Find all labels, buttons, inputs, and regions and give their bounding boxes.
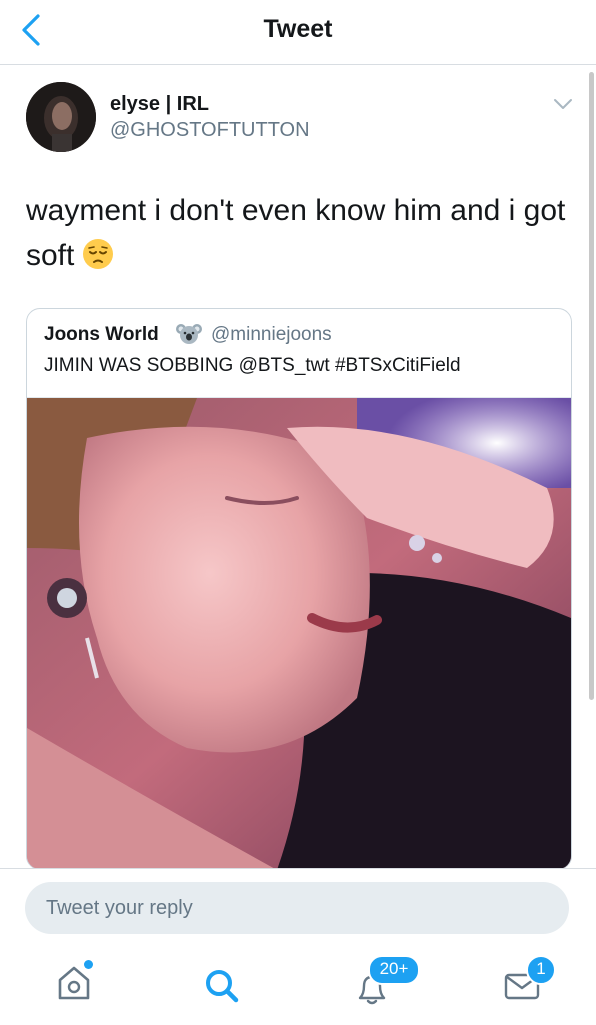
top-nav-bar: Tweet	[0, 0, 596, 65]
tab-search[interactable]	[202, 966, 242, 1006]
avatar[interactable]	[26, 82, 96, 152]
quoted-author-handle: @minniejoons	[211, 324, 332, 345]
tab-home[interactable]	[52, 960, 98, 1006]
home-new-indicator	[84, 960, 93, 969]
chevron-down-icon	[554, 99, 572, 109]
tweet-text-line-2-text: soft	[26, 239, 75, 272]
reply-placeholder: Tweet your reply	[46, 897, 193, 919]
author-name[interactable]: elyse | IRL	[110, 93, 209, 116]
page-title: Tweet	[263, 15, 333, 43]
quoted-tweet-text: JIMIN WAS SOBBING @BTS_twt #BTSxCitiFiel…	[44, 355, 461, 376]
author-handle[interactable]: @GHOSTOFTUTTON	[110, 119, 310, 142]
pensive-face-emoji-icon	[83, 239, 114, 269]
more-options-button[interactable]	[552, 96, 574, 112]
messages-badge: 1	[526, 955, 556, 985]
quoted-tweet-card[interactable]: Joons World @minniejoons JIMIN WAS SOBBI…	[26, 308, 572, 870]
koala-emoji-icon	[176, 324, 202, 344]
tweet-text-line-1: wayment i don't even know him and i got	[26, 194, 566, 227]
quoted-author-name: Joons World	[44, 324, 159, 345]
quoted-tweet-media[interactable]	[27, 388, 571, 869]
notifications-badge: 20+	[368, 955, 420, 985]
scrollbar[interactable]	[589, 72, 594, 700]
tweet-text-line-2: soft	[26, 233, 566, 278]
search-icon	[206, 970, 239, 1003]
tweet-text: wayment i don't even know him and i got …	[26, 188, 566, 278]
reply-input[interactable]: Tweet your reply	[25, 882, 569, 934]
